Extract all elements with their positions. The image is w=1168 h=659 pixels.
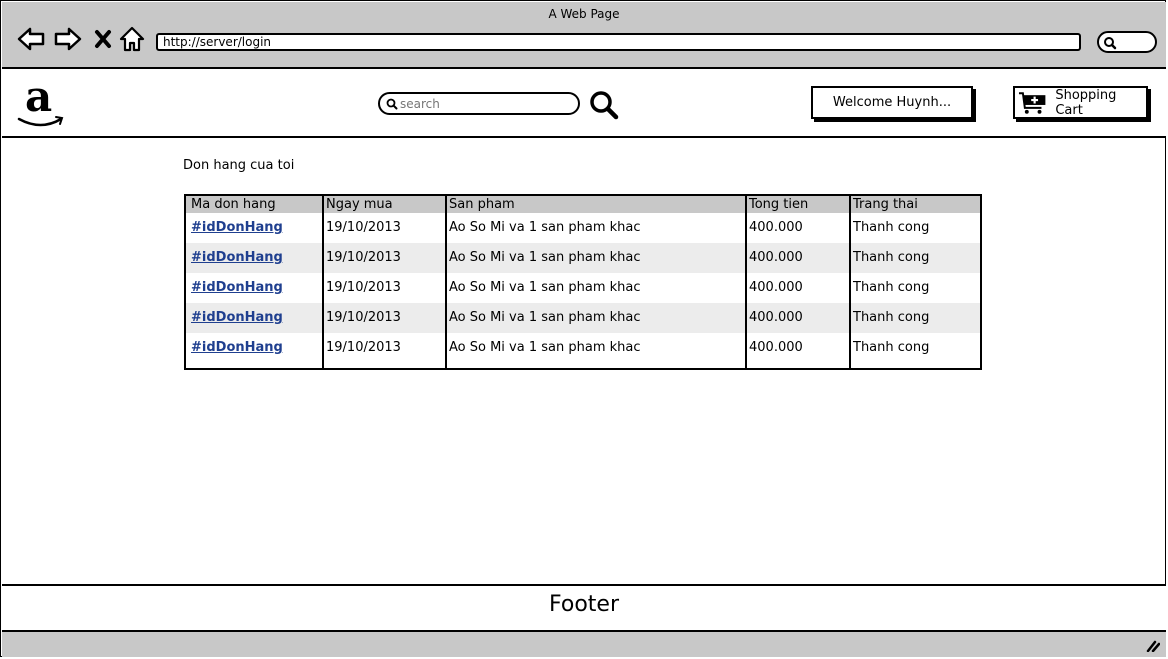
column-divider [322, 196, 324, 368]
home-icon[interactable] [117, 24, 147, 54]
table-row: #idDonHang 19/10/2013 Ao So Mi va 1 san … [186, 333, 980, 363]
column-divider [849, 196, 851, 368]
search-button[interactable] [588, 89, 620, 125]
order-status: Thanh cong [853, 340, 930, 355]
order-id-link[interactable]: #idDonHang [191, 340, 283, 355]
column-header-total[interactable]: Tong tien [749, 196, 808, 213]
back-arrow-icon[interactable] [16, 24, 46, 54]
order-total: 400.000 [749, 220, 803, 235]
order-status: Thanh cong [853, 310, 930, 325]
column-header-order-id[interactable]: Ma don hang [191, 196, 276, 213]
column-header-status[interactable]: Trang thai [853, 196, 918, 213]
shopping-cart-icon [1018, 91, 1046, 114]
order-status: Thanh cong [853, 280, 930, 295]
purchase-date: 19/10/2013 [326, 220, 401, 235]
product-summary: Ao So Mi va 1 san pham khac [449, 310, 641, 325]
product-summary: Ao So Mi va 1 san pham khac [449, 220, 641, 235]
cart-label: Shopping Cart [1055, 87, 1117, 118]
order-status: Thanh cong [853, 220, 930, 235]
column-divider [745, 196, 747, 368]
column-header-product[interactable]: San pham [449, 196, 515, 213]
order-id-link[interactable]: #idDonHang [191, 220, 283, 235]
order-total: 400.000 [749, 250, 803, 265]
table-row: #idDonHang 19/10/2013 Ao So Mi va 1 san … [186, 303, 980, 333]
product-summary: Ao So Mi va 1 san pham khac [449, 340, 641, 355]
welcome-user-button[interactable]: Welcome Huynh... [811, 86, 973, 119]
table-row: #idDonHang 19/10/2013 Ao So Mi va 1 san … [186, 273, 980, 303]
window-title: A Web Page [548, 7, 620, 21]
product-summary: Ao So Mi va 1 san pham khac [449, 250, 641, 265]
page-title: Don hang cua toi [183, 158, 295, 173]
search-icon [1104, 37, 1117, 50]
column-divider [445, 196, 447, 368]
table-row: #idDonHang 19/10/2013 Ao So Mi va 1 san … [186, 213, 980, 243]
product-summary: Ao So Mi va 1 san pham khac [449, 280, 641, 295]
address-bar[interactable]: http://server/login [156, 33, 1081, 51]
purchase-date: 19/10/2013 [326, 310, 401, 325]
shopping-cart-button[interactable]: Shopping Cart [1013, 86, 1148, 119]
welcome-label: Welcome Huynh... [832, 95, 952, 110]
browser-window: A Web Page http://server/login a search … [0, 0, 1166, 657]
search-icon [386, 98, 398, 110]
orders-table: Ma don hang Ngay mua San pham Tong tien … [184, 194, 982, 370]
order-id-link[interactable]: #idDonHang [191, 310, 283, 325]
purchase-date: 19/10/2013 [326, 280, 401, 295]
page-footer: Footer [2, 584, 1166, 632]
table-header: Ma don hang Ngay mua San pham Tong tien … [186, 196, 980, 213]
order-status: Thanh cong [853, 250, 930, 265]
close-icon[interactable] [88, 24, 118, 54]
footer-label: Footer [549, 592, 619, 617]
order-id-link[interactable]: #idDonHang [191, 250, 283, 265]
order-total: 400.000 [749, 340, 803, 355]
column-header-purchase-date[interactable]: Ngay mua [326, 196, 393, 213]
purchase-date: 19/10/2013 [326, 340, 401, 355]
site-header: a Welcome Huynh... Shopping Cart [2, 69, 1166, 138]
search-icon [590, 91, 619, 120]
browser-toolbar: A Web Page http://server/login [2, 2, 1166, 69]
search-field[interactable] [378, 92, 580, 115]
forward-arrow-icon[interactable] [53, 24, 83, 54]
browser-search-field[interactable] [1097, 31, 1157, 53]
purchase-date: 19/10/2013 [326, 250, 401, 265]
order-id-link[interactable]: #idDonHang [191, 280, 283, 295]
table-row: #idDonHang 19/10/2013 Ao So Mi va 1 san … [186, 243, 980, 273]
amazon-logo[interactable]: a [17, 72, 69, 131]
svg-text:a: a [25, 77, 52, 121]
search-input[interactable] [400, 95, 570, 112]
order-total: 400.000 [749, 310, 803, 325]
resize-grip-icon[interactable] [1146, 640, 1160, 652]
order-total: 400.000 [749, 280, 803, 295]
browser-status-bar [2, 632, 1166, 657]
